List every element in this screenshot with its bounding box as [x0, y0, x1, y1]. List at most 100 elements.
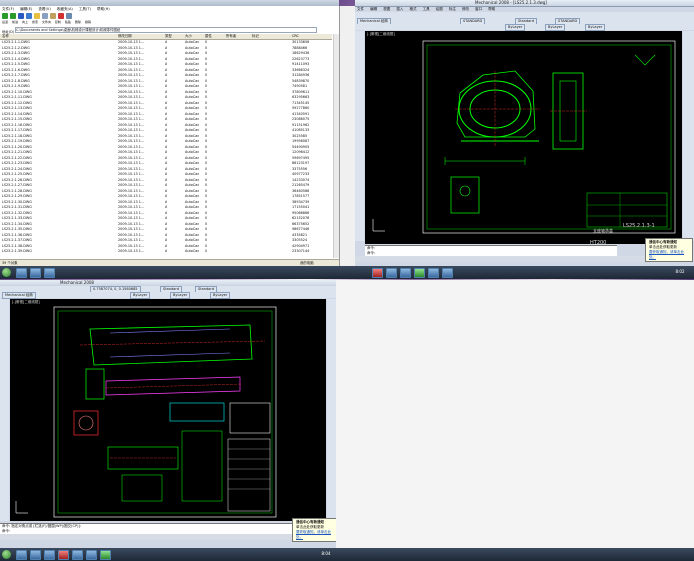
- table-row[interactable]: LS25.2.1.3.DWG 2009-10-13 1... A AutoCad 0 18…: [0, 51, 332, 56]
- menu-edit[interactable]: 编辑(E): [20, 7, 32, 11]
- cad-menu-edit[interactable]: 编辑: [370, 7, 377, 11]
- taskbar-bottom-cad-icon[interactable]: [58, 550, 69, 560]
- table-row[interactable]: LS25.2.1.22.DWG 2009-10-13 1... A AutoCad 0 5…: [0, 156, 332, 161]
- cad-menu-help[interactable]: 帮助: [488, 7, 495, 11]
- taskbar-app-explorer-icon[interactable]: [16, 268, 27, 278]
- table-row[interactable]: LS25.2.1.36.DWG 2009-10-13 1... A AutoCad 0 4…: [0, 233, 332, 238]
- cad-menu-file[interactable]: 文件: [357, 7, 364, 11]
- notification-link[interactable]: 要获取通知，请单击此处。: [649, 250, 689, 260]
- table-row[interactable]: LS25.2.1.24.DWG 2009-10-13 1... A AutoCad 0 3…: [0, 167, 332, 172]
- start-button-icon[interactable]: [2, 268, 11, 277]
- column-header-size[interactable]: 大小: [185, 34, 192, 39]
- table-row[interactable]: LS25.2.1.11.DWG 2009-10-13 1... A AutoCad 0 6…: [0, 95, 332, 100]
- taskbar-bottom-word-icon[interactable]: [72, 550, 83, 560]
- notification-left-link[interactable]: 要获取通知，请单击此处。: [296, 530, 336, 540]
- cad-left-command-prompt[interactable]: 命令:: [2, 529, 338, 534]
- start-button-bottom-icon[interactable]: [2, 550, 11, 559]
- folder-icon[interactable]: [34, 13, 40, 19]
- copy-icon[interactable]: [42, 13, 48, 19]
- taskbar-bottom-media-icon[interactable]: [30, 550, 41, 560]
- table-row[interactable]: LS25.2.1.30.DWG 2009-10-13 1... A AutoCad 0 3…: [0, 200, 332, 205]
- table-row[interactable]: LS25.2.1.19.DWG 2009-10-13 1... A AutoCad 0 1…: [0, 139, 332, 144]
- menu-view[interactable]: 查看(V): [38, 7, 50, 11]
- search-icon[interactable]: [26, 13, 32, 19]
- taskbar-bottom-explorer-icon[interactable]: [16, 550, 27, 560]
- menu-help[interactable]: 帮助(H): [97, 7, 110, 11]
- cad-left-linetype-control[interactable]: ByLayer: [170, 292, 191, 299]
- table-row[interactable]: LS25.2.1.28.DWG 2009-10-13 1... A AutoCad 0 3…: [0, 189, 332, 194]
- menu-favorites[interactable]: 收藏夹(A): [57, 7, 73, 11]
- table-row[interactable]: LS25.2.1.39.DWG 2009-10-13 1... A AutoCad 0 2…: [0, 249, 332, 254]
- table-row[interactable]: LS25.2.1.10.DWG 2009-10-13 1... A AutoCad 0 3…: [0, 90, 332, 95]
- delete-icon[interactable]: [58, 13, 64, 19]
- table-row[interactable]: LS25.2.1.1.DWG 2009-10-13 1... A AutoCad 0 30…: [0, 40, 332, 45]
- lineweight-control[interactable]: ByLayer: [585, 24, 606, 31]
- cad-right-command-line[interactable]: 命令: 命令:: [365, 245, 617, 256]
- taskbar-app-excel-icon[interactable]: [414, 268, 425, 278]
- table-row[interactable]: LS25.2.1.29.DWG 2009-10-13 1... A AutoCad 0 1…: [0, 194, 332, 199]
- table-row[interactable]: LS25.2.1.38.DWG 2009-10-13 1... A AutoCad 0 4…: [0, 244, 332, 249]
- undo-icon[interactable]: [66, 13, 72, 19]
- taskbar-clock-top[interactable]: 8:02: [670, 269, 690, 274]
- taskbar-bottom-browser-icon[interactable]: [86, 550, 97, 560]
- cad-left-canvas[interactable]: [-]俯视[二维线框]: [10, 299, 326, 521]
- table-row[interactable]: LS25.2.1.17.DWG 2009-10-13 1... A AutoCad 0 4…: [0, 128, 332, 133]
- table-row[interactable]: LS25.2.1.23.DWG 2009-10-13 1... A AutoCad 0 8…: [0, 161, 332, 166]
- table-row[interactable]: LS25.2.1.31.DWG 2009-10-13 1... A AutoCad 0 1…: [0, 205, 332, 210]
- column-header-owner[interactable]: 所有者: [226, 34, 236, 39]
- linetype-control[interactable]: ByLayer: [545, 24, 566, 31]
- up-arrow-icon[interactable]: [18, 13, 24, 19]
- cad-right-command-prompt[interactable]: 命令:: [367, 251, 617, 256]
- table-row[interactable]: LS25.2.1.8.DWG 2009-10-13 1... A AutoCad 0 54…: [0, 79, 332, 84]
- table-row[interactable]: LS25.2.1.14.DWG 2009-10-13 1... A AutoCad 0 4…: [0, 112, 332, 117]
- file-list-scrollbar[interactable]: [333, 34, 339, 258]
- column-header-type[interactable]: 类型: [165, 34, 172, 39]
- cad-right-canvas[interactable]: [-]俯视[二维线框] 支座轴承盖 LS25.2.1.3-1 HT200: [365, 31, 682, 246]
- column-header-modified[interactable]: 修改日期: [118, 34, 132, 39]
- table-row[interactable]: LS25.2.1.37.DWG 2009-10-13 1... A AutoCad 0 3…: [0, 238, 332, 243]
- table-row[interactable]: LS25.2.1.26.DWG 2009-10-13 1... A AutoCad 0 1…: [0, 178, 332, 183]
- cad-left-workspace[interactable]: Mechanical 经典: [2, 292, 36, 299]
- table-row[interactable]: LS25.2.1.2.DWG 2009-10-13 1... A AutoCad 0 78…: [0, 46, 332, 51]
- table-row[interactable]: LS25.2.1.21.DWG 2009-10-13 1... A AutoCad 0 1…: [0, 150, 332, 155]
- table-row[interactable]: LS25.2.1.15.DWG 2009-10-13 1... A AutoCad 0 2…: [0, 117, 332, 122]
- cad-menu-format[interactable]: 格式: [410, 7, 417, 11]
- table-row[interactable]: LS25.2.1.13.DWG 2009-10-13 1... A AutoCad 0 5…: [0, 106, 332, 111]
- taskbar-app-cad-icon[interactable]: [372, 268, 383, 278]
- table-row[interactable]: LS25.2.1.35.DWG 2009-10-13 1... A AutoCad 0 9…: [0, 227, 332, 232]
- taskbar-app-misc-icon[interactable]: [442, 268, 453, 278]
- cad-menu-view[interactable]: 视图: [383, 7, 390, 11]
- table-row[interactable]: LS25.2.1.7.DWG 2009-10-13 1... A AutoCad 0 31…: [0, 73, 332, 78]
- table-row[interactable]: LS25.2.1.18.DWG 2009-10-13 1... A AutoCad 0 3…: [0, 134, 332, 139]
- taskbar-app-tool-icon[interactable]: [428, 268, 439, 278]
- taskbar-bottom-excel-icon[interactable]: [100, 550, 111, 560]
- taskbar-bottom-folder-icon[interactable]: [44, 550, 55, 560]
- table-row[interactable]: LS25.2.1.6.DWG 2009-10-13 1... A AutoCad 0 33…: [0, 68, 332, 73]
- taskbar-clock-bottom[interactable]: 8:04: [316, 551, 336, 556]
- cad-menu-dimension[interactable]: 标注: [449, 7, 456, 11]
- color-control[interactable]: ByLayer: [505, 24, 526, 31]
- column-header-attributes[interactable]: 属性: [205, 34, 212, 39]
- table-row[interactable]: LS25.2.1.9.DWG 2009-10-13 1... A AutoCad 0 74…: [0, 84, 332, 89]
- column-header-name[interactable]: 名称: [2, 34, 9, 39]
- taskbar-app-browser-icon[interactable]: [400, 268, 411, 278]
- cad-menu-window[interactable]: 窗口: [475, 7, 482, 11]
- menu-file[interactable]: 文件(F): [2, 7, 14, 11]
- forward-arrow-icon[interactable]: [10, 13, 16, 19]
- cad-menu-modify[interactable]: 修改: [462, 7, 469, 11]
- cad-menu-draw[interactable]: 绘图: [436, 7, 443, 11]
- paste-icon[interactable]: [50, 13, 56, 19]
- table-row[interactable]: LS25.2.1.4.DWG 2009-10-13 1... A AutoCad 0 22…: [0, 57, 332, 62]
- table-row[interactable]: LS25.2.1.5.DWG 2009-10-13 1... A AutoCad 0 91…: [0, 62, 332, 67]
- table-row[interactable]: LS25.2.1.16.DWG 2009-10-13 1... A AutoCad 0 9…: [0, 123, 332, 128]
- taskbar-app-media-icon[interactable]: [30, 268, 41, 278]
- notification-balloon-left[interactable]: 通信中心有新通知 单击此处获取更新 要获取通知，请单击此处。: [292, 518, 340, 542]
- back-arrow-icon[interactable]: [2, 13, 8, 19]
- cad-left-lineweight-control[interactable]: ByLayer: [210, 292, 231, 299]
- table-row[interactable]: LS25.2.1.25.DWG 2009-10-13 1... A AutoCad 0 4…: [0, 172, 332, 177]
- notification-balloon-right[interactable]: 通信中心有新通知 单击此处获取更新 要获取通知，请单击此处。: [645, 238, 693, 262]
- table-row[interactable]: LS25.2.1.34.DWG 2009-10-13 1... A AutoCad 0 6…: [0, 222, 332, 227]
- taskbar-app-folder-icon[interactable]: [44, 268, 55, 278]
- address-input[interactable]: C:\Documents and Settings\桌面\机械设计课程设计\机械…: [15, 27, 318, 33]
- table-row[interactable]: LS25.2.1.33.DWG 2009-10-13 1... A AutoCad 0 6…: [0, 216, 332, 221]
